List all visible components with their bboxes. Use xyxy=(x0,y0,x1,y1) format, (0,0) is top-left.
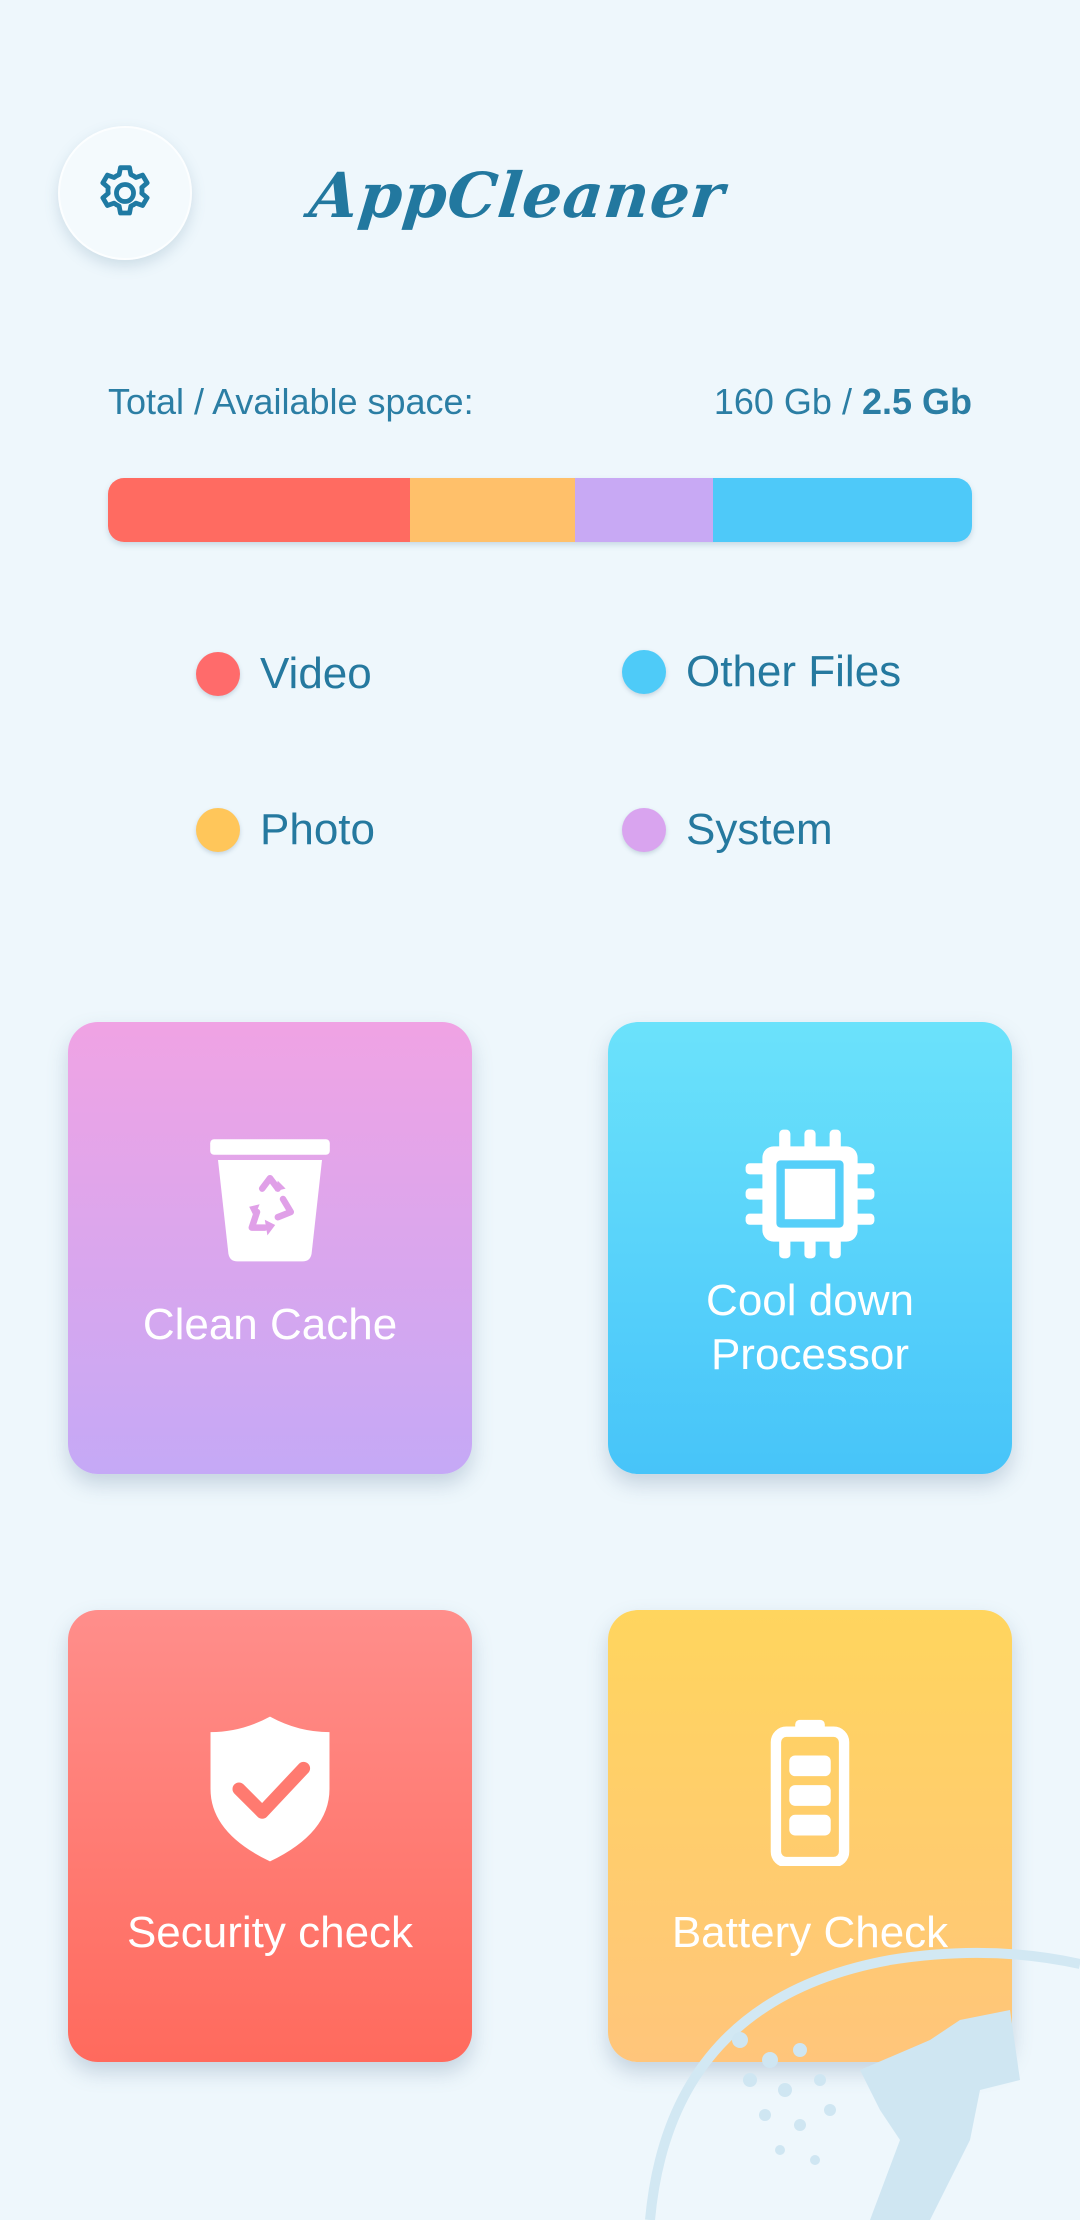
background-decoration xyxy=(645,1947,1080,2220)
clean-cache-button[interactable]: Clean Cache xyxy=(68,1022,472,1474)
storage-segment-video xyxy=(108,478,411,542)
legend-label-photo: Photo xyxy=(260,805,375,854)
legend-label-video: Video xyxy=(260,649,372,698)
shield-check-icon xyxy=(210,1716,330,1862)
storage-total: 160 Gb xyxy=(713,381,832,422)
storage-segment-system xyxy=(574,478,713,542)
legend-item-other-files: Other Files xyxy=(622,642,901,702)
legend-label-system: System xyxy=(686,805,833,854)
legend-label-other-files: Other Files xyxy=(686,647,902,696)
battery-icon xyxy=(770,1719,850,1866)
storage-usage-bar xyxy=(108,478,972,542)
trash-recycle-icon xyxy=(210,1139,330,1262)
processor-chip-icon xyxy=(745,1129,875,1259)
legend-dot-photo xyxy=(196,808,240,852)
legend-dot-other-files xyxy=(622,650,666,694)
cool-down-processor-button[interactable]: Cool down Processor xyxy=(608,1022,1012,1474)
security-check-label: Security check xyxy=(126,1908,414,1957)
storage-values: 160 Gb / 2.5 Gb xyxy=(714,378,972,426)
legend-item-photo: Photo xyxy=(196,800,375,860)
gear-icon xyxy=(100,165,150,216)
legend-dot-video xyxy=(196,652,240,696)
storage-segment-other-files xyxy=(712,478,972,542)
security-check-button[interactable]: Security check xyxy=(68,1610,472,2062)
storage-separator: / xyxy=(831,381,862,422)
storage-label: Total / Available space: xyxy=(108,381,474,422)
clean-cache-label: Clean Cache xyxy=(142,1300,398,1349)
storage-available: 2.5 Gb xyxy=(861,381,972,422)
app-title: AppCleaner xyxy=(306,159,729,232)
cool-down-label-line2: Processor xyxy=(710,1330,910,1379)
legend-item-system: System xyxy=(622,800,833,860)
storage-segment-photo xyxy=(410,478,575,542)
settings-button[interactable] xyxy=(58,126,192,260)
legend-item-video: Video xyxy=(196,644,372,704)
cool-down-label-line1: Cool down xyxy=(706,1276,914,1325)
legend-dot-system xyxy=(622,808,666,852)
